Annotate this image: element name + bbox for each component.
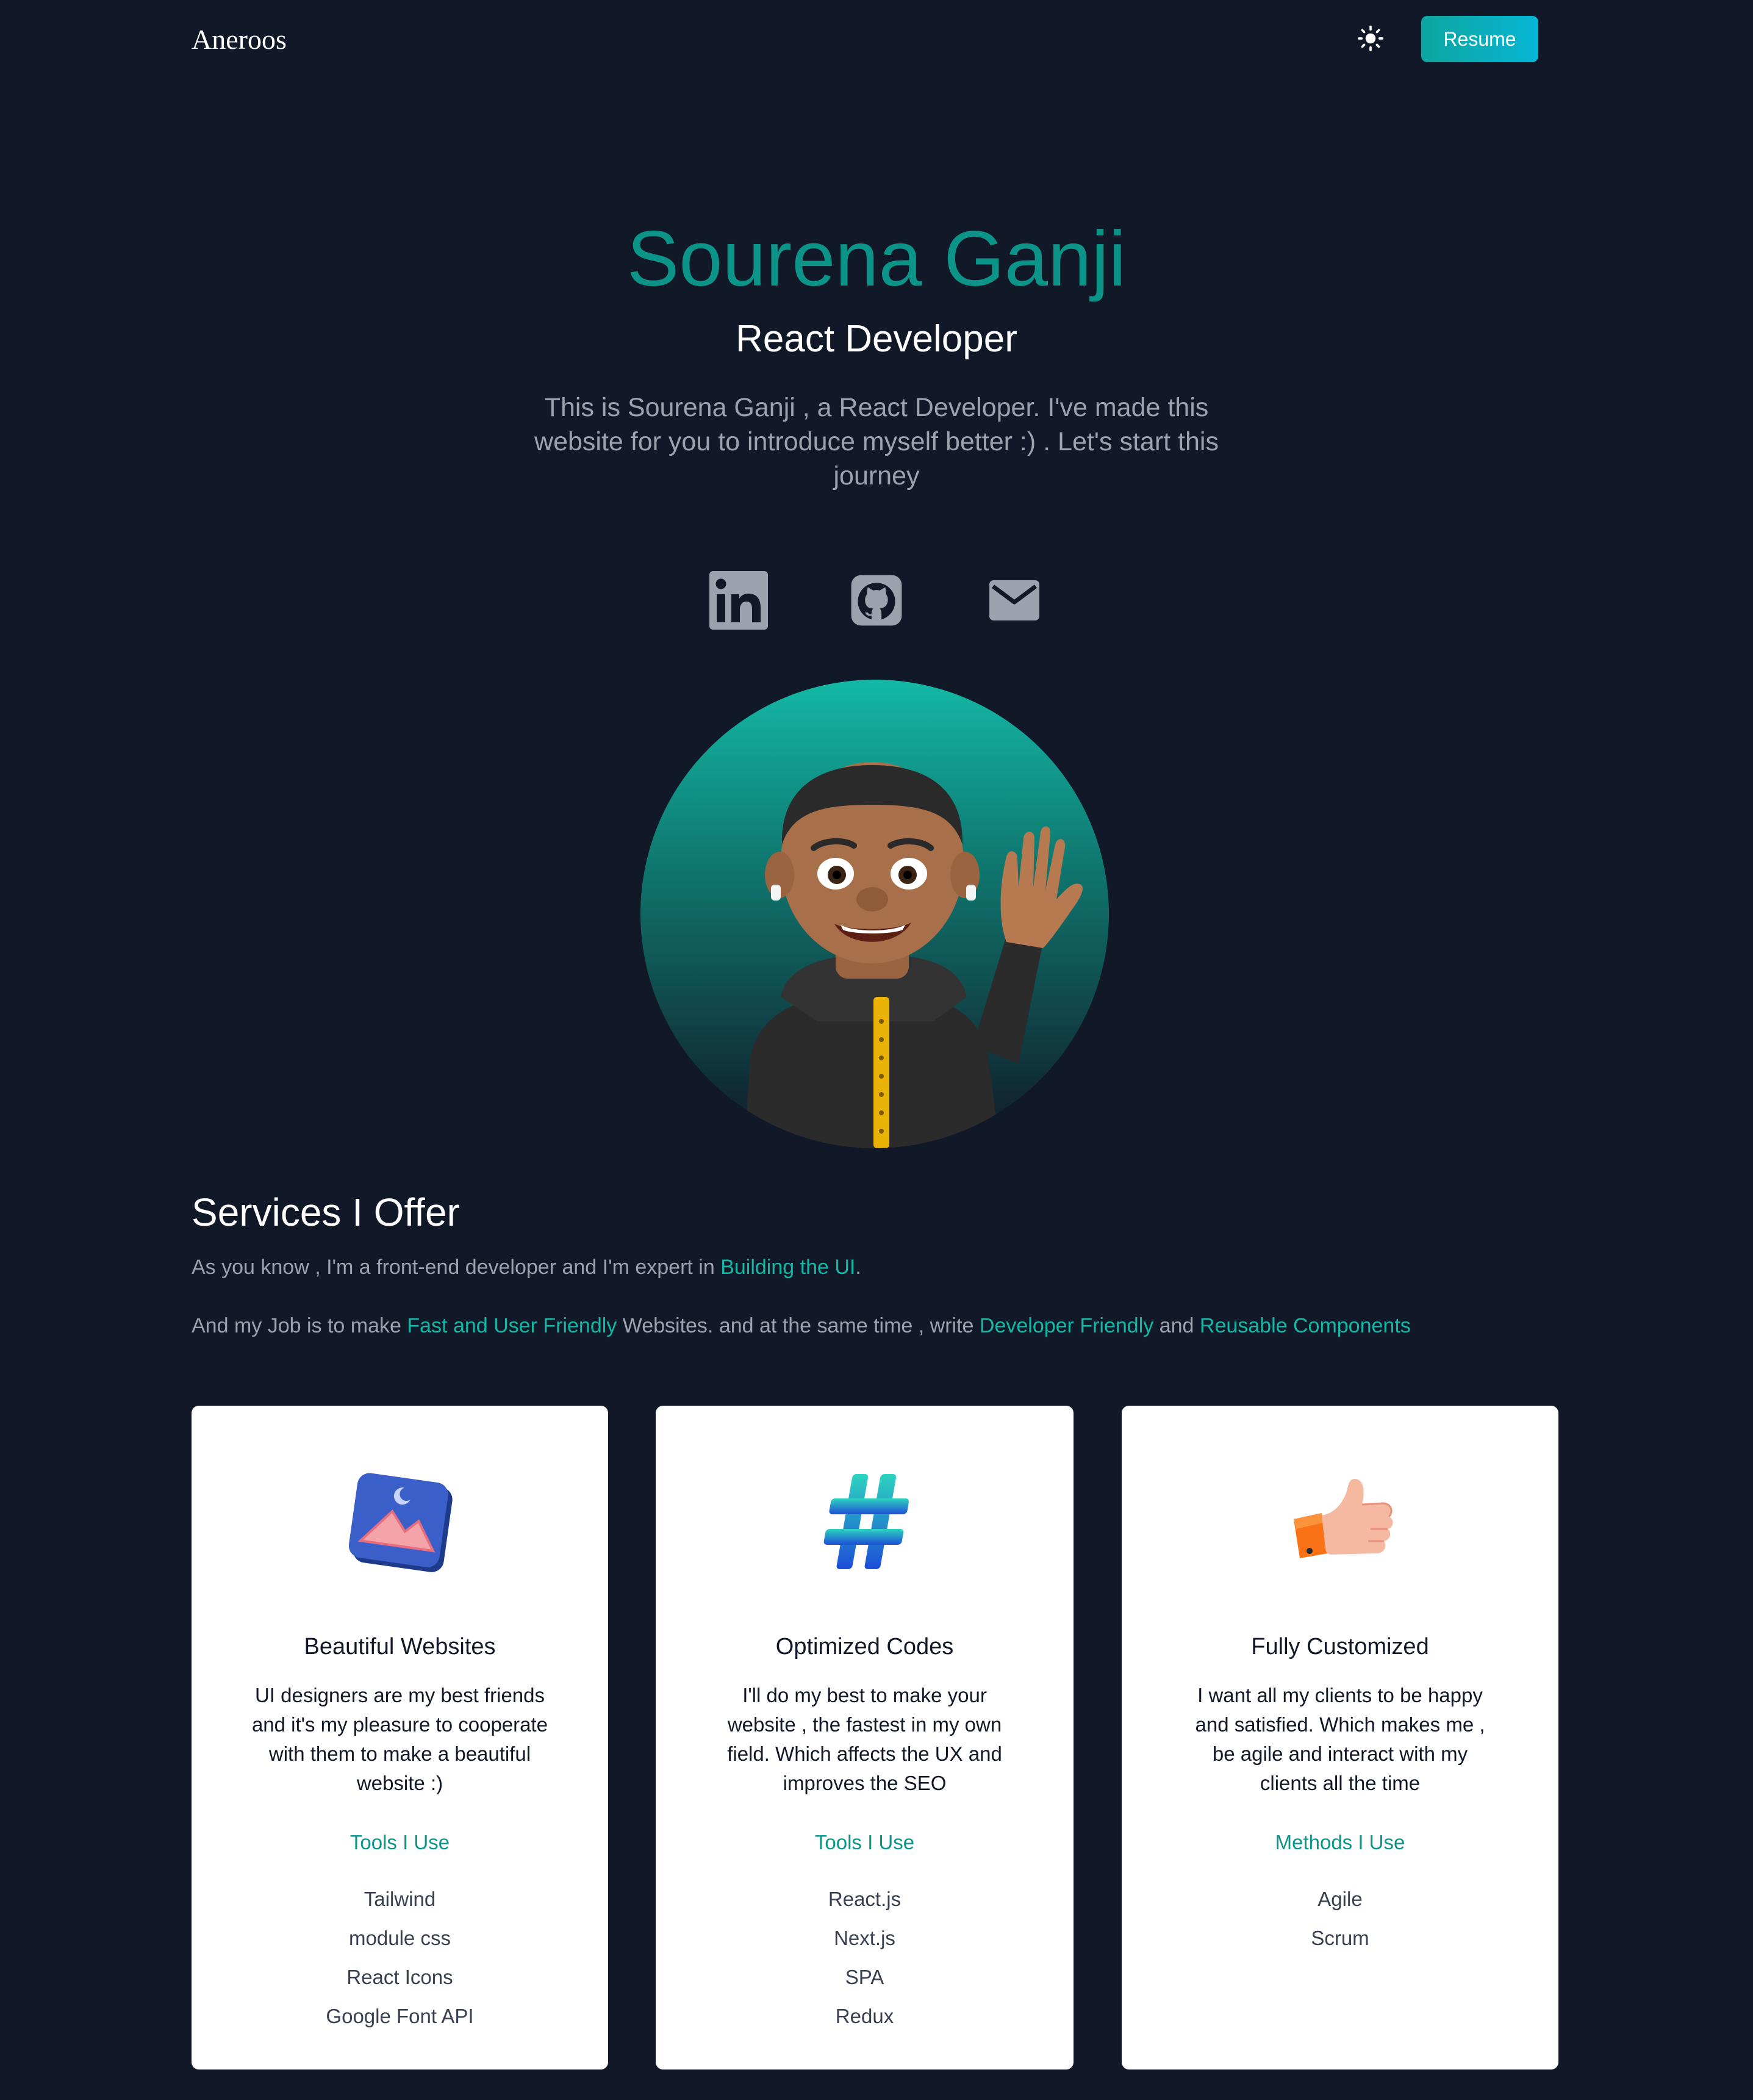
resume-button[interactable]: Resume: [1421, 16, 1538, 62]
email-link[interactable]: [984, 570, 1045, 631]
avatar: [640, 680, 1109, 1148]
site-logo[interactable]: Aneroos: [192, 23, 287, 56]
hero-description: This is Sourena Ganji , a React Develope…: [534, 393, 1219, 491]
services-intro-line-2: And my Job is to make Fast and User Frie…: [192, 1314, 1411, 1338]
card-tool-list: Agile Scrum: [1122, 1880, 1558, 1958]
list-item: Scrum: [1311, 1927, 1369, 1949]
theme-toggle-button[interactable]: [1353, 21, 1388, 56]
memoji-avatar-icon: [744, 762, 1083, 1148]
list-item: Next.js: [834, 1927, 895, 1949]
top-nav: Aneroos Resume: [0, 0, 1753, 79]
hashtag-icon: [804, 1461, 926, 1583]
services-text: Websites. and at the same time , write: [617, 1314, 980, 1337]
card-description: I'll do my best to make your website , t…: [727, 1684, 1002, 1794]
card-list-title: Methods I Use: [1275, 1831, 1405, 1854]
list-item: React.js: [828, 1888, 902, 1910]
service-card-fully-customized: Fully Customized I want all my clients t…: [1122, 1406, 1558, 2069]
card-title: Beautiful Websites: [304, 1634, 496, 1660]
hero-name: Sourena Ganji: [626, 215, 1127, 303]
list-item: module css: [349, 1927, 451, 1949]
card-title: Optimized Codes: [775, 1634, 954, 1660]
service-card-optimized-codes: Optimized Codes I'll do my best to make …: [656, 1406, 1074, 2069]
linkedin-link[interactable]: [708, 570, 769, 631]
list-item: React Icons: [346, 1966, 453, 1988]
hero-role: React Developer: [736, 318, 1017, 360]
list-item: SPA: [845, 1966, 884, 1988]
list-item: Google Font API: [326, 2005, 474, 2027]
github-link[interactable]: [846, 570, 907, 631]
card-list-title: Tools I Use: [814, 1831, 915, 1854]
services-text: And my Job is to make: [192, 1314, 407, 1337]
services-text: and: [1153, 1314, 1200, 1337]
card-description: I want all my clients to be happy and sa…: [1195, 1684, 1485, 1794]
service-cards: Beautiful Websites UI designers are my b…: [192, 1406, 1558, 2069]
card-title: Fully Customized: [1251, 1634, 1429, 1660]
services-title: Services I Offer: [192, 1190, 460, 1234]
services-text: .: [855, 1256, 861, 1279]
list-item: Agile: [1317, 1888, 1363, 1910]
list-item: Tailwind: [364, 1888, 436, 1910]
thumbs-up-icon: [1279, 1461, 1401, 1583]
highlight-reusable-components: Reusable Components: [1199, 1314, 1411, 1337]
github-icon: [851, 575, 902, 626]
image-landscape-icon: [339, 1461, 461, 1583]
hero-section: Sourena Ganji React Developer This is So…: [0, 207, 1753, 493]
card-tool-list: React.js Next.js SPA Redux: [656, 1880, 1074, 2036]
highlight-fast-user-friendly: Fast and User Friendly: [407, 1314, 617, 1337]
list-item: Redux: [835, 2005, 894, 2027]
card-list-title: Tools I Use: [350, 1831, 450, 1854]
services-text: As you know , I'm a front-end developer …: [192, 1256, 721, 1279]
highlight-building-ui: Building the UI: [720, 1256, 856, 1279]
service-card-beautiful-websites: Beautiful Websites UI designers are my b…: [192, 1406, 608, 2069]
highlight-developer-friendly: Developer Friendly: [979, 1314, 1154, 1337]
card-description: UI designers are my best friends and it'…: [251, 1684, 548, 1794]
card-tool-list: Tailwind module css React Icons Google F…: [192, 1880, 608, 2036]
services-intro-line-1: As you know , I'm a front-end developer …: [192, 1256, 861, 1279]
sun-icon: [1357, 25, 1384, 52]
social-links: [0, 570, 1753, 631]
linkedin-icon: [709, 571, 768, 630]
mail-icon: [989, 580, 1039, 620]
